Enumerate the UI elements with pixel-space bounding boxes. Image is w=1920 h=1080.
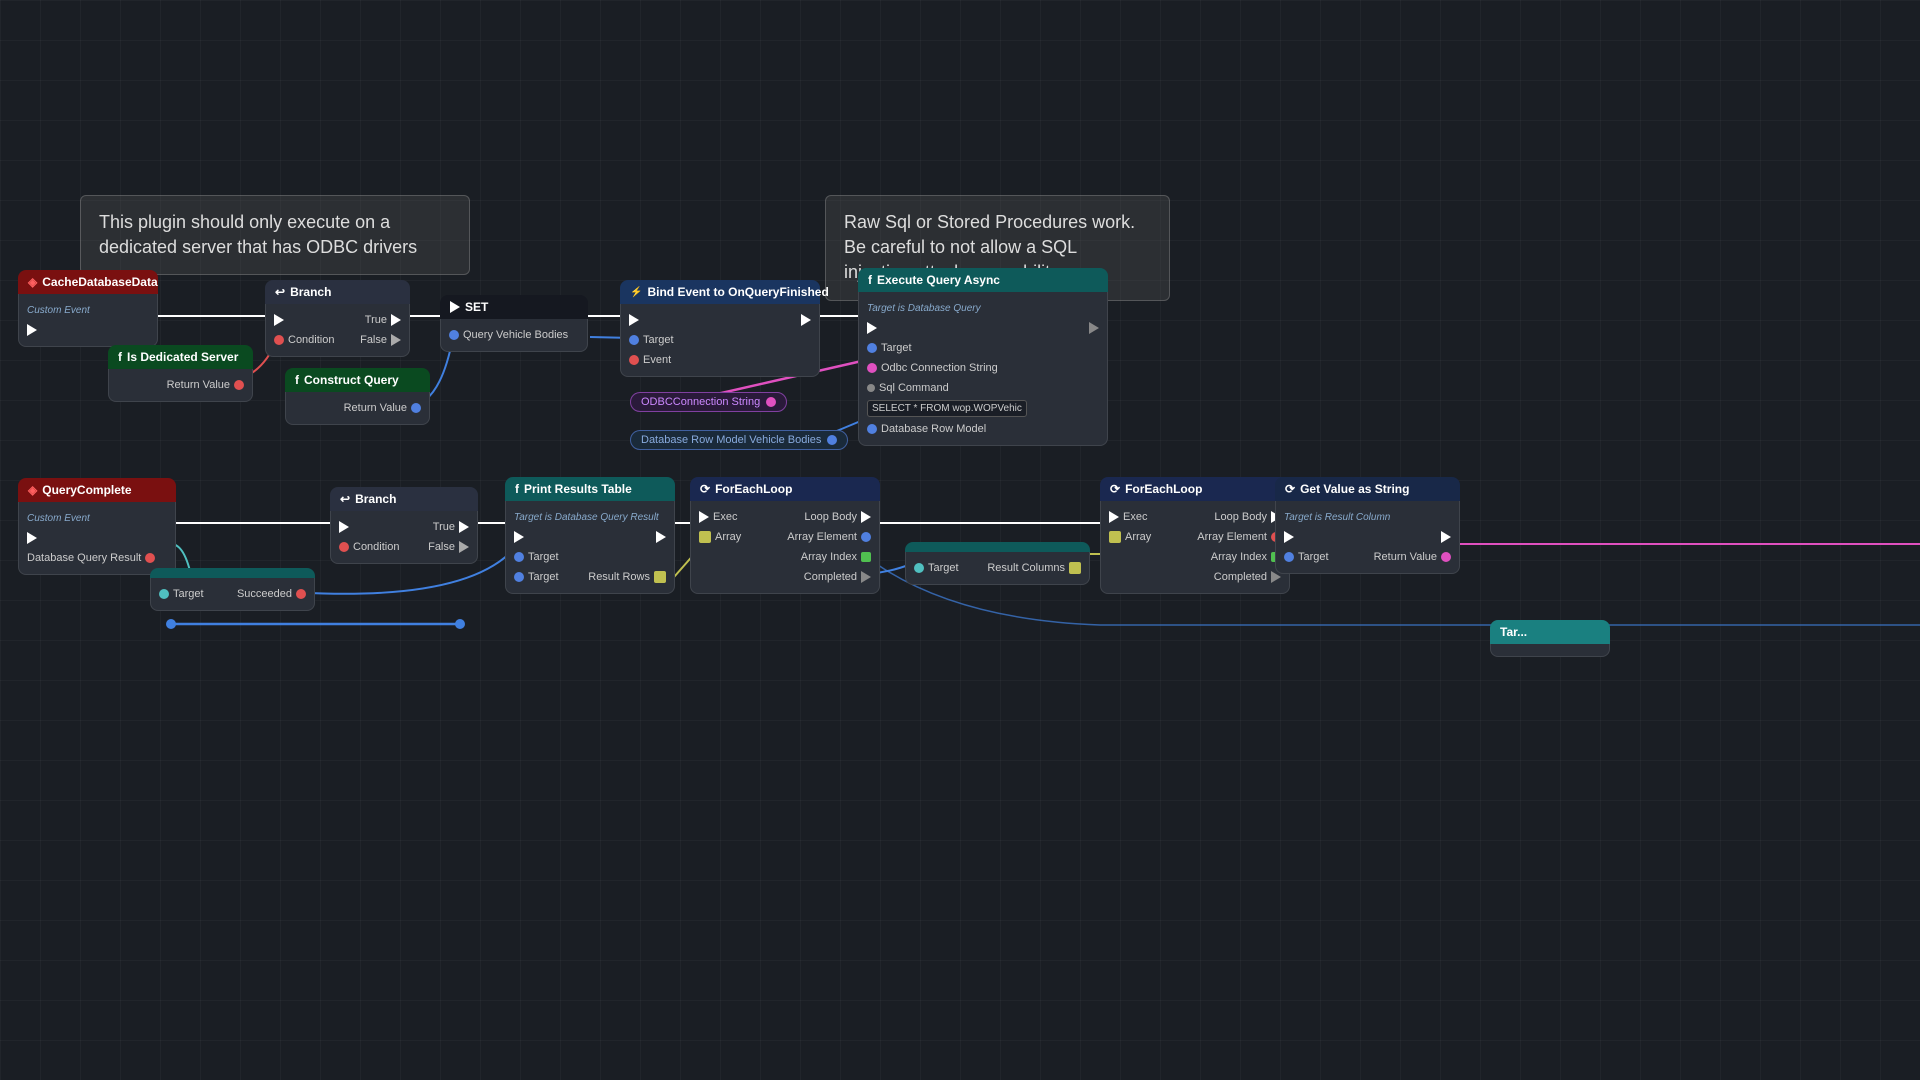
node-foreach-loop-1: ⟳ ForEachLoop Exec Loop Body Array Array… xyxy=(690,477,880,594)
branch1-title: Branch xyxy=(290,285,331,299)
node-foreach-loop-2: ⟳ ForEachLoop Exec Loop Body Array Array… xyxy=(1100,477,1290,594)
odbc-connection-badge: ODBCConnection String xyxy=(630,392,787,412)
node-query-complete: ◈ QueryComplete Custom Event Database Qu… xyxy=(18,478,176,575)
node-bind-event: ⚡ Bind Event to OnQueryFinished Target E… xyxy=(620,280,820,377)
node-title: CacheDatabaseData xyxy=(42,275,157,289)
sql-input[interactable] xyxy=(867,400,1027,417)
return-value-pin xyxy=(234,380,244,390)
node-branch-2: ↩ Branch True Condition False xyxy=(330,487,478,564)
branch2-title: Branch xyxy=(355,492,396,506)
node-is-dedicated-server: f Is Dedicated Server Return Value xyxy=(108,345,253,402)
comment-odbc: This plugin should only execute on a ded… xyxy=(80,195,470,275)
node-print-results-table: f Print Results Table Target is Database… xyxy=(505,477,675,594)
node-cache-database-data: ◈ CacheDatabaseData Custom Event xyxy=(18,270,158,347)
node-branch-1: ↩ Branch True Condition False xyxy=(265,280,410,357)
node-target-result-columns: Target Result Columns xyxy=(905,542,1090,585)
exec-out-pin xyxy=(27,324,37,336)
node-target-succeeded: Target Succeeded xyxy=(150,568,315,611)
node-execute-query-async: f Execute Query Async Target is Database… xyxy=(858,268,1108,446)
node-set: SET Query Vehicle Bodies xyxy=(440,295,588,352)
db-row-model-badge: Database Row Model Vehicle Bodies xyxy=(630,430,848,450)
node-partial-right: Tar... xyxy=(1490,620,1610,657)
node-construct-query: f Construct Query Return Value xyxy=(285,368,430,425)
node-get-value-as-string: ⟳ Get Value as String Target is Result C… xyxy=(1275,477,1460,574)
